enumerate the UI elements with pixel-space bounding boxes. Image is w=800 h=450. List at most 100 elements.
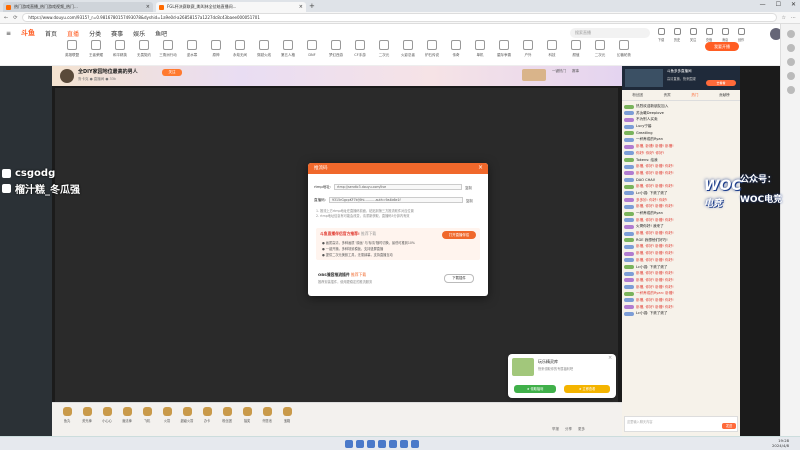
start-icon[interactable]	[345, 440, 353, 448]
sidebar-tools-icon[interactable]	[786, 58, 795, 66]
refresh-icon[interactable]: ⟳	[13, 15, 17, 21]
view-now-button[interactable]: ★ 立即查看	[564, 385, 610, 393]
search-input[interactable]: 搜索直播	[570, 28, 650, 38]
explorer-icon[interactable]	[367, 440, 375, 448]
category-item[interactable]: 王者荣耀	[84, 40, 108, 58]
header-nav-item[interactable]: 历史	[671, 28, 683, 42]
close-icon[interactable]: ×	[608, 355, 612, 361]
category-item[interactable]: 二次元	[372, 40, 396, 58]
close-icon[interactable]: ×	[478, 164, 483, 171]
rank-thumbnail[interactable]	[625, 69, 663, 87]
close-tab-icon[interactable]: ×	[146, 4, 150, 10]
category-item[interactable]: 原神	[204, 40, 228, 58]
gift-item[interactable]: 鱼丸	[58, 407, 76, 423]
gift-item[interactable]: 抽奖	[238, 407, 256, 423]
copy-key-button[interactable]: 复制	[466, 198, 473, 203]
category-item[interactable]: 科技	[540, 40, 564, 58]
report-link[interactable]: 举报	[552, 427, 559, 432]
event-banner-icon[interactable]	[522, 69, 546, 81]
sidebar-office-icon[interactable]	[786, 86, 795, 94]
close-window-button[interactable]: ✕	[791, 1, 796, 8]
nav-entertainment[interactable]: 娱乐	[133, 29, 145, 38]
hero-label-hot[interactable]: 一键热门	[552, 69, 566, 81]
nav-home[interactable]: 首页	[45, 29, 57, 38]
gift-item[interactable]: 荧光棒	[78, 407, 96, 423]
header-nav-item[interactable]: 关注	[687, 28, 699, 42]
clock[interactable]: 19:28 2024/4/8	[772, 438, 789, 448]
maximize-button[interactable]: ☐	[776, 1, 781, 8]
back-icon[interactable]: ←	[4, 15, 8, 21]
tab-contribution[interactable]: 贡献榜	[719, 93, 730, 100]
url-input[interactable]: https://www.douyu.com/9315?_r=0.98167801…	[22, 13, 777, 22]
minimize-button[interactable]: —	[760, 1, 766, 8]
header-nav-item[interactable]: 充值	[703, 28, 715, 42]
steam-icon[interactable]	[378, 440, 386, 448]
gift-item[interactable]: 超级火箭	[178, 407, 196, 423]
category-item[interactable]: 无畏契约	[132, 40, 156, 58]
copy-url-button[interactable]: 复制	[465, 185, 472, 190]
browser-tab[interactable]: 热门游戏直播_热门游戏视频_热门... ×	[3, 2, 153, 12]
douyu-logo[interactable]: 斗鱼	[21, 28, 35, 38]
nav-live[interactable]: 直播	[67, 29, 79, 38]
rtmp-url-field[interactable]: rtmp://sendtc3.douyu.com/live	[334, 184, 463, 190]
gift-item[interactable]: 魔法棒	[118, 407, 136, 423]
edge-icon[interactable]	[389, 440, 397, 448]
gift-item[interactable]: 小心心	[98, 407, 116, 423]
category-item[interactable]: 星际争霸	[492, 40, 516, 58]
category-item[interactable]: 穿越火线	[252, 40, 276, 58]
category-item[interactable]: 传奇	[444, 40, 468, 58]
gift-item[interactable]: 火箭	[158, 407, 176, 423]
streamer-avatar[interactable]	[60, 69, 74, 83]
header-nav-item[interactable]: 创作	[735, 28, 747, 42]
category-item[interactable]: 逆水寒	[180, 40, 204, 58]
category-item[interactable]: 二次元	[588, 40, 612, 58]
header-nav-item[interactable]: 下载	[655, 28, 667, 42]
category-item[interactable]: 幻兽帕鲁	[612, 40, 636, 58]
category-item[interactable]: 三角洲行动	[156, 40, 180, 58]
sidebar-games-icon[interactable]	[786, 72, 795, 80]
close-tab-icon[interactable]: ×	[299, 4, 303, 10]
gift-item[interactable]: 办卡	[198, 407, 216, 423]
gift-item[interactable]: 飞机	[138, 407, 156, 423]
chat-input[interactable]: 这里输入聊天内容	[624, 416, 738, 432]
sidebar-copilot-icon[interactable]	[786, 44, 795, 52]
category-item[interactable]: DNF	[300, 40, 324, 58]
nav-events[interactable]: 赛事	[111, 29, 123, 38]
tab-hot[interactable]: 热门	[691, 93, 698, 100]
tab-vip[interactable]: 贵宾	[664, 93, 671, 100]
browser-tab-active[interactable]: FGL杯决赛联赛_嘶叫林全仗暗直播间... ×	[156, 2, 306, 12]
new-tab-button[interactable]: +	[309, 2, 315, 10]
category-item[interactable]: 第五人格	[276, 40, 300, 58]
tab-fans[interactable]: 粉丝团	[632, 93, 643, 100]
sidebar-search-icon[interactable]	[786, 30, 795, 38]
open-companion-button[interactable]: 打开直播伴侣	[442, 231, 476, 239]
category-item[interactable]: 颜值	[564, 40, 588, 58]
category-item[interactable]: 和平精英	[108, 40, 132, 58]
extensions-icon[interactable]: ⋯	[791, 15, 796, 21]
more-link[interactable]: 更多	[578, 427, 585, 432]
download-plugin-button[interactable]: 下载插件	[444, 274, 474, 283]
stream-key-field[interactable]: 9315rGgcpKF7kfj9hi...........auth=9a4b6e…	[329, 197, 463, 203]
star-icon[interactable]: ☆	[782, 15, 786, 21]
hero-label-event[interactable]: 赛事	[572, 69, 579, 81]
category-item[interactable]: 永劫无间	[228, 40, 252, 58]
nav-category[interactable]: 分类	[89, 29, 101, 38]
category-item[interactable]: 炉石传说	[420, 40, 444, 58]
gift-item[interactable]: 宝箱	[278, 407, 296, 423]
follow-button[interactable]: 关注	[162, 69, 182, 76]
app-icon[interactable]	[411, 440, 419, 448]
category-item[interactable]: 梦幻西游	[324, 40, 348, 58]
category-item[interactable]: 火影忍者	[396, 40, 420, 58]
app-icon[interactable]	[400, 440, 408, 448]
start-broadcast-button[interactable]: 我要开播	[705, 42, 739, 51]
category-item[interactable]: 户外	[516, 40, 540, 58]
send-button[interactable]: 发送	[722, 423, 736, 429]
header-nav-item[interactable]: 消息	[719, 28, 731, 42]
category-item[interactable]: 单机	[468, 40, 492, 58]
claim-reward-button[interactable]: ★ 领取福利	[514, 385, 556, 393]
rank-go-button[interactable]: 去看看	[706, 80, 736, 86]
category-item[interactable]: 英雄联盟	[60, 40, 84, 58]
share-link[interactable]: 分享	[565, 427, 572, 432]
gift-item[interactable]: 许愿池	[258, 407, 276, 423]
search-icon[interactable]	[356, 440, 364, 448]
